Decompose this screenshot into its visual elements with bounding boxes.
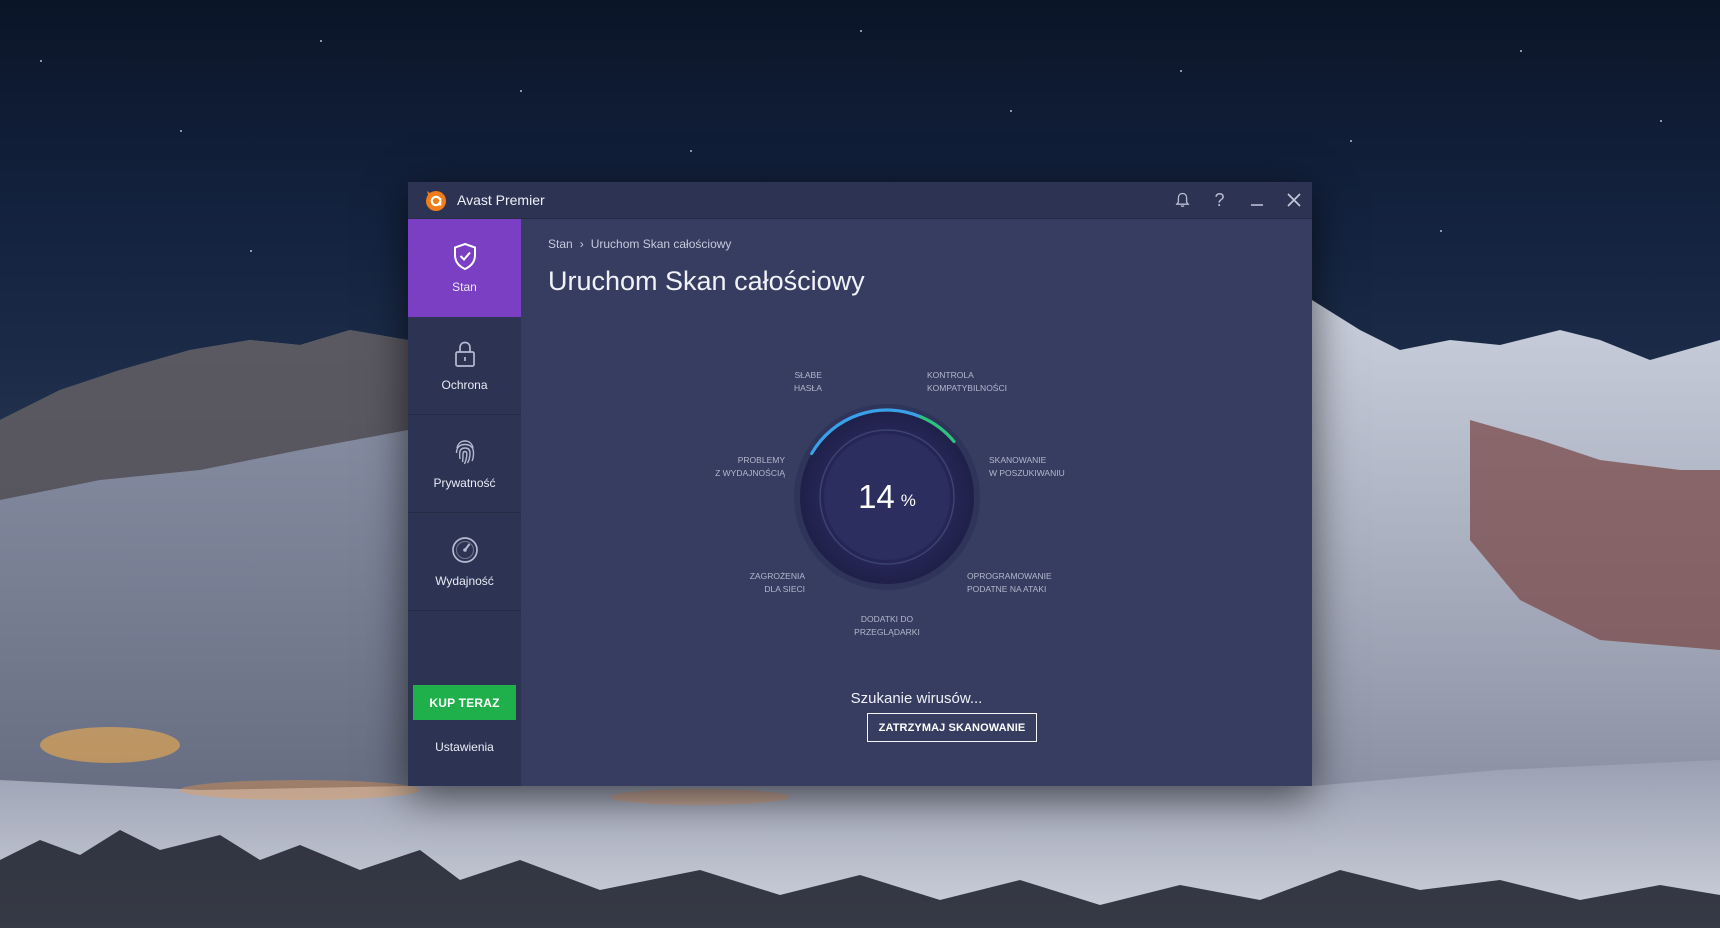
fingerprint-icon	[452, 437, 478, 467]
star	[250, 250, 252, 252]
window-controls: ?	[1164, 182, 1312, 218]
category-line: DODATKI DO	[860, 614, 914, 624]
category-line: KOMPATYBILNOŚCI	[927, 383, 1007, 393]
star	[1350, 140, 1352, 142]
star	[690, 150, 692, 152]
star	[1180, 70, 1182, 72]
category-line: SKANOWANIE	[989, 455, 1047, 465]
sidebar-item-label: Prywatność	[433, 476, 496, 490]
sidebar-item-stan[interactable]: Stan	[408, 219, 521, 317]
star	[1440, 230, 1442, 232]
category-line: DLA SIECI	[764, 584, 805, 594]
breadcrumb-current: Uruchom Skan całościowy	[590, 237, 732, 251]
main-content: Stan › Uruchom Skan całościowy Uruchom S…	[521, 219, 1312, 786]
lock-icon	[453, 339, 477, 369]
progress-value: 14 %	[793, 403, 981, 591]
stop-scan-button[interactable]: ZATRZYMAJ SKANOWANIE	[867, 713, 1037, 742]
sidebar-item-label: Wydajność	[435, 574, 494, 588]
sidebar-item-label: Stan	[452, 280, 477, 294]
category-line: PROBLEMY	[737, 455, 785, 465]
page-title: Uruchom Skan całościowy	[548, 266, 865, 296]
star	[1660, 120, 1662, 122]
sidebar-item-prywatnosc[interactable]: Prywatność	[408, 415, 521, 513]
app-title: Avast Premier	[457, 192, 545, 208]
star	[860, 30, 862, 32]
minimize-icon	[1250, 204, 1263, 206]
scan-category-weak-passwords: SŁABE HASŁA	[794, 369, 822, 395]
category-line: ZAGROŻENIA	[749, 571, 805, 581]
star	[320, 40, 322, 42]
progress-number: 14	[858, 478, 895, 515]
breadcrumb: Stan › Uruchom Skan całościowy	[548, 237, 731, 251]
speedometer-icon	[451, 535, 479, 565]
category-line: Z WYDAJNOŚCIĄ	[715, 468, 785, 478]
category-line: PODATNE NA ATAKI	[967, 584, 1047, 594]
close-icon	[1286, 193, 1301, 207]
title-bar[interactable]: Avast Premier ?	[408, 182, 1312, 219]
breadcrumb-separator: ›	[579, 237, 584, 251]
star	[180, 130, 182, 132]
scan-category-network-threats: ZAGROŻENIA DLA SIECI	[725, 570, 805, 596]
category-line: SŁABE	[794, 370, 822, 380]
star	[1520, 50, 1522, 52]
help-button[interactable]: ?	[1201, 182, 1238, 219]
category-line: PRZEGLĄDARKI	[854, 627, 920, 637]
scan-category-browser-addons: DODATKI DO PRZEGLĄDARKI	[837, 613, 937, 639]
scan-category-compatibility: KONTROLA KOMPATYBILNOŚCI	[927, 369, 1007, 395]
settings-link[interactable]: Ustawienia	[408, 732, 521, 762]
shield-check-icon	[452, 241, 478, 271]
scan-progress-dial: 14 %	[793, 403, 981, 591]
scan-category-performance-issues: PROBLEMY Z WYDAJNOŚCIĄ	[695, 454, 785, 480]
sidebar-item-ochrona[interactable]: Ochrona	[408, 317, 521, 415]
star	[520, 90, 522, 92]
buy-now-button[interactable]: KUP TERAZ	[413, 685, 516, 720]
scan-category-deep-scan: SKANOWANIE W POSZUKIWANIU	[989, 454, 1065, 480]
avast-window: Avast Premier ? Stan Ochrona Prywatność …	[408, 182, 1312, 786]
sidebar-item-label: Ochrona	[441, 378, 488, 392]
star	[1010, 110, 1012, 112]
sidebar-item-wydajnosc[interactable]: Wydajność	[408, 513, 521, 611]
scan-status-text: Szukanie wirusów...	[850, 690, 983, 707]
breadcrumb-root[interactable]: Stan	[548, 237, 573, 251]
category-line: KONTROLA	[927, 370, 974, 380]
scan-category-vulnerable-software: OPROGRAMOWANIE PODATNE NA ATAKI	[967, 570, 1052, 596]
category-line: HASŁA	[794, 383, 822, 393]
progress-unit: %	[900, 491, 916, 510]
minimize-button[interactable]	[1238, 182, 1275, 219]
close-button[interactable]	[1275, 182, 1312, 219]
category-line: OPROGRAMOWANIE	[967, 571, 1052, 581]
category-line: W POSZUKIWANIU	[989, 468, 1065, 478]
bell-icon[interactable]	[1164, 182, 1201, 219]
help-icon: ?	[1214, 189, 1225, 210]
sidebar: Stan Ochrona Prywatność Wydajność KUP TE…	[408, 219, 521, 786]
star	[40, 60, 42, 62]
avast-logo-icon	[422, 186, 450, 214]
